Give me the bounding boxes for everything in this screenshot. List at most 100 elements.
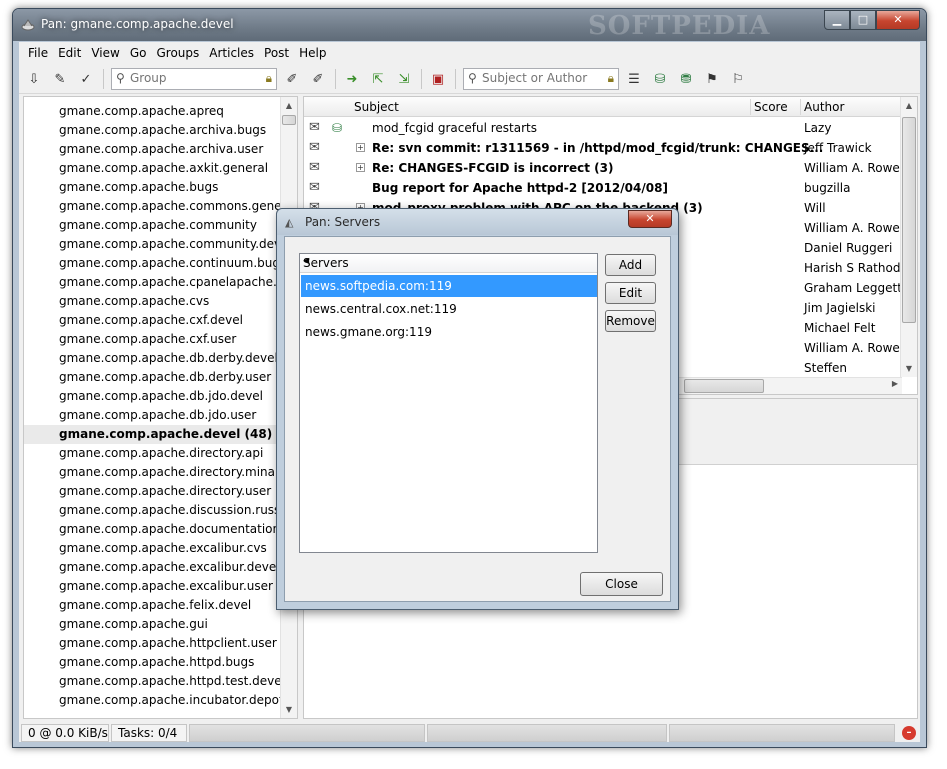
group-list-item[interactable]: gmane.comp.apache.bugs <box>24 178 283 197</box>
show-cached-icon[interactable]: ⛁ <box>651 70 669 88</box>
group-list-item[interactable]: gmane.comp.apache.excalibur.cvs <box>24 539 283 558</box>
group-list-item[interactable]: gmane.comp.apache.community.devel <box>24 235 283 254</box>
group-list-item[interactable]: gmane.comp.apache.db.jdo.user <box>24 406 283 425</box>
clear-filter-icon[interactable]: ✐ <box>309 70 327 88</box>
group-list-item[interactable]: gmane.comp.apache.httpd.bugs <box>24 653 283 672</box>
filter-lock-icon[interactable]: 🔒︎ <box>608 71 614 86</box>
tasks-status[interactable]: Tasks: 0/4 <box>111 724 187 742</box>
group-list-item[interactable]: gmane.comp.apache.gui <box>24 615 283 634</box>
header-row[interactable]: ✉ + Re: svn commit: r1311569 - in /httpd/m… <box>304 138 902 158</box>
close-dialog-button[interactable]: Close <box>580 572 663 596</box>
show-watched-icon[interactable]: ⚑ <box>703 70 721 88</box>
group-list-item[interactable]: gmane.comp.apache.cpanelapache.devel <box>24 273 283 292</box>
column-subject[interactable]: Subject <box>354 100 399 114</box>
column-author[interactable]: Author <box>804 100 844 114</box>
group-search-input[interactable] <box>130 71 250 85</box>
server-list-item[interactable]: news.gmane.org:119 <box>301 321 597 343</box>
next-unread-icon[interactable]: ⇱ <box>369 70 387 88</box>
article-search-input[interactable] <box>482 71 602 85</box>
group-list-item[interactable]: gmane.comp.apache.cxf.user <box>24 330 283 349</box>
filter-lock-icon[interactable]: 🔒︎ <box>266 71 272 86</box>
get-new-headers-icon[interactable]: ⇩ <box>25 70 43 88</box>
menu-groups[interactable]: Groups <box>151 46 204 60</box>
group-list-item[interactable]: gmane.comp.apache.incubator.depot.cvs <box>24 691 283 710</box>
menu-post[interactable]: Post <box>259 46 294 60</box>
group-list-item[interactable]: gmane.comp.apache.community <box>24 216 283 235</box>
show-scored-icon[interactable]: ⚐ <box>729 70 747 88</box>
edit-filter-icon[interactable]: ✐ <box>283 70 301 88</box>
group-list-item[interactable]: gmane.comp.apache.commons.general <box>24 197 283 216</box>
dialog-close-icon[interactable]: ✕ <box>628 210 672 228</box>
error-status-icon[interactable]: – <box>902 726 916 740</box>
header-author: William A. Rowe Jr. <box>804 221 915 235</box>
next-thread-icon[interactable]: ⇲ <box>395 70 413 88</box>
group-list-item[interactable]: gmane.comp.apache.cvs <box>24 292 283 311</box>
group-list-item[interactable]: gmane.comp.apache.archiva.user <box>24 140 283 159</box>
server-list-item[interactable]: news.central.cox.net:119 <box>301 298 597 320</box>
menu-file[interactable]: File <box>23 46 53 60</box>
scroll-up-icon[interactable]: ▲ <box>281 97 297 114</box>
group-list-item[interactable]: gmane.comp.apache.db.derby.user <box>24 368 283 387</box>
close-window-button[interactable]: ✕ <box>876 10 920 30</box>
group-list-item[interactable]: gmane.comp.apache.continuum.bugs <box>24 254 283 273</box>
menu-edit[interactable]: Edit <box>53 46 86 60</box>
title-bar[interactable]: Pan: gmane.comp.apache.devel SOFTPEDIA ▁… <box>13 9 926 41</box>
subscribe-icon[interactable]: ✎ <box>51 70 69 88</box>
scroll-down-icon[interactable]: ▼ <box>901 360 917 377</box>
header-row[interactable]: ✉ + Re: CHANGES-FCGID is incorrect (3) Will… <box>304 158 915 178</box>
menu-go[interactable]: Go <box>125 46 152 60</box>
hscroll-thumb[interactable] <box>684 379 764 393</box>
maximize-button[interactable]: □ <box>850 10 876 30</box>
scroll-down-icon[interactable]: ▼ <box>281 701 297 718</box>
server-list-header[interactable]: Servers ◀ <box>300 254 597 273</box>
group-list-item[interactable]: gmane.comp.apache.cxf.devel <box>24 311 283 330</box>
menu-articles[interactable]: Articles <box>204 46 259 60</box>
header-row[interactable]: ✉ Bug report for Apache httpd-2 [2012/04/… <box>304 178 902 198</box>
header-subject: Re: svn commit: r1311569 - in /httpd/mod… <box>372 141 824 155</box>
cached-icon: ⛁ <box>332 121 343 135</box>
scroll-thumb[interactable] <box>282 115 296 125</box>
sort-arrow-icon: ◀ <box>303 256 310 265</box>
scroll-thumb[interactable] <box>902 117 916 323</box>
expand-thread-icon[interactable]: + <box>356 163 365 172</box>
edit-server-button[interactable]: Edit <box>605 282 656 304</box>
dialog-title-bar[interactable]: ◭ Pan: Servers <box>277 209 678 235</box>
group-list-item[interactable]: gmane.comp.apache.documentation <box>24 520 283 539</box>
save-article-icon[interactable]: ▣ <box>429 70 447 88</box>
group-list-item[interactable]: gmane.comp.apache.db.jdo.devel <box>24 387 283 406</box>
group-list-item[interactable]: gmane.comp.apache.httpd.test.devel <box>24 672 283 691</box>
group-list-item[interactable]: gmane.comp.apache.devel (48) <box>24 425 283 444</box>
group-list-item[interactable]: gmane.comp.apache.directory.user <box>24 482 283 501</box>
header-scrollbar[interactable]: ▲ ▼ <box>900 97 917 377</box>
server-list-item[interactable]: news.softpedia.com:119 <box>301 275 597 297</box>
expand-thread-icon[interactable]: + <box>356 143 365 152</box>
next-article-icon[interactable]: ➜ <box>343 70 361 88</box>
group-list-item[interactable]: gmane.comp.apache.db.derby.devel <box>24 349 283 368</box>
minimize-button[interactable]: ▁ <box>824 10 850 30</box>
menu-help[interactable]: Help <box>294 46 331 60</box>
scroll-up-icon[interactable]: ▲ <box>901 97 917 114</box>
group-list-item[interactable]: gmane.comp.apache.discussion.russian <box>24 501 283 520</box>
scroll-right-icon[interactable]: ▶ <box>892 379 898 388</box>
group-search-field[interactable]: ⚲ 🔒︎ <box>111 68 277 90</box>
group-list-item[interactable]: gmane.comp.apache.directory.api <box>24 444 283 463</box>
group-list-item[interactable]: gmane.comp.apache.axkit.general <box>24 159 283 178</box>
group-list-item[interactable]: gmane.comp.apache.archiva.bugs <box>24 121 283 140</box>
group-list-item[interactable]: gmane.comp.apache.excalibur.user <box>24 577 283 596</box>
mark-read-icon[interactable]: ✓ <box>77 70 95 88</box>
group-list-item[interactable]: gmane.comp.apache.directory.mina.devel <box>24 463 283 482</box>
group-list-item[interactable]: gmane.comp.apache.apreq <box>24 102 283 121</box>
group-list-item[interactable]: gmane.comp.apache.httpclient.user <box>24 634 283 653</box>
header-row[interactable]: ✉ ⛁ mod_fcgid graceful restarts Lazy <box>304 118 902 138</box>
envelope-icon: ✉ <box>309 140 320 155</box>
group-list-item[interactable]: gmane.comp.apache.felix.devel <box>24 596 283 615</box>
remove-server-button[interactable]: Remove <box>605 310 656 332</box>
group-list-item[interactable]: gmane.comp.apache.excalibur.devel <box>24 558 283 577</box>
show-complete-icon[interactable]: ⛃ <box>677 70 695 88</box>
softpedia-watermark: SOFTPEDIA <box>588 11 771 41</box>
article-search-field[interactable]: ⚲ 🔒︎ <box>463 68 619 90</box>
add-server-button[interactable]: Add <box>605 254 656 276</box>
show-unread-icon[interactable]: ☰ <box>625 70 643 88</box>
column-score[interactable]: Score <box>754 100 788 114</box>
menu-view[interactable]: View <box>86 46 124 60</box>
